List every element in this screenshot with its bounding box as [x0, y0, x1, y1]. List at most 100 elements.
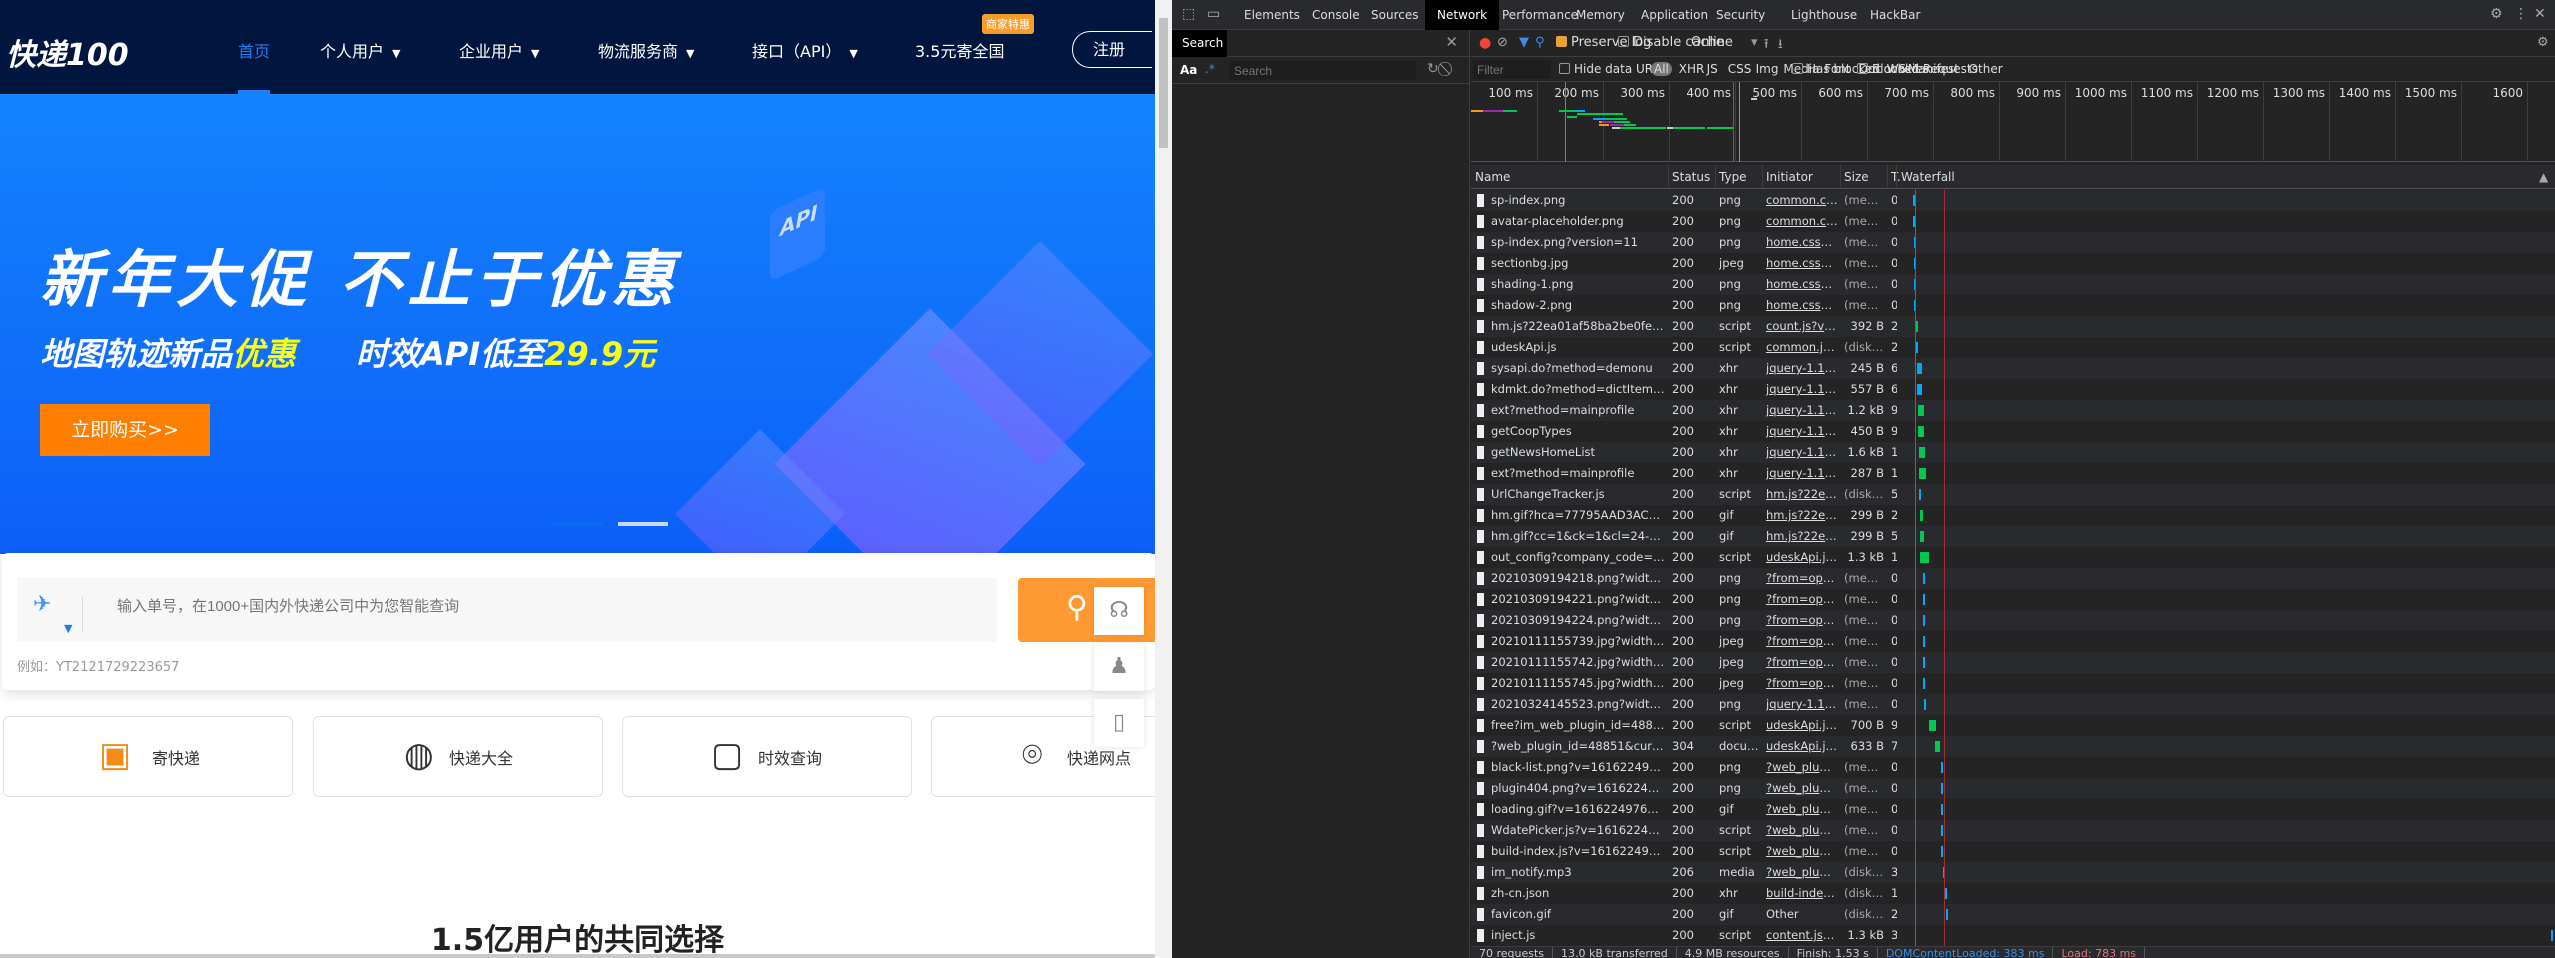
- match-case-toggle[interactable]: Aa: [1180, 63, 1197, 77]
- request-initiator[interactable]: ?from=openv: [1766, 610, 1838, 631]
- nav-api[interactable]: 接口（API） ▼: [752, 38, 858, 62]
- network-overview-timeline[interactable]: 100 ms 200 ms 300 ms 400 ms 500 ms 600 ms 700 …: [1471, 82, 2555, 162]
- request-row[interactable]: shading-1.png 200 png home.css?version=2021…: [1471, 274, 2555, 295]
- request-row[interactable]: zh-cn.json 200 xhr build-index.js?v=1616224…: [1471, 883, 2555, 904]
- filter-type-all[interactable]: All: [1651, 62, 1672, 76]
- tracking-number-input[interactable]: [117, 598, 977, 615]
- request-row[interactable]: sp-index.png?version=11 200 png home.css?ve…: [1471, 232, 2555, 253]
- column-waterfall[interactable]: Waterfall: [1901, 170, 1955, 184]
- request-row[interactable]: 20210111155739.jpg?width=2560&height=168…: [1471, 631, 2555, 652]
- tab-memory[interactable]: Memory: [1564, 0, 1637, 30]
- refresh-icon[interactable]: ↻: [1427, 61, 1439, 77]
- request-row[interactable]: plugin404.png?v=1616224976890 200 png ?web_…: [1471, 778, 2555, 799]
- request-row[interactable]: hm.gif?cc=1&ck=1&cl=24-bit&ds=2560x1080&…: [1471, 526, 2555, 547]
- promo-banner[interactable]: API 新年大促 不止于优惠 地图轨迹新品优惠 时效API低至29.9元 立即购买…: [0, 94, 1155, 554]
- request-row[interactable]: inject.js 200 script content.js:163 1.3 kB 3.…: [1471, 925, 2555, 946]
- column-name[interactable]: Name: [1475, 170, 1510, 184]
- filter-type-css[interactable]: CSS: [1728, 62, 1752, 76]
- service-send-express[interactable]: ▣ 寄快递: [3, 716, 293, 797]
- column-type[interactable]: Type: [1719, 170, 1747, 184]
- carousel-dot[interactable]: [553, 522, 603, 526]
- request-row[interactable]: sysapi.do?method=demonu 200 xhr jquery-1.12…: [1471, 358, 2555, 379]
- request-row[interactable]: free?im_web_plugin_id=48851&session_key=…: [1471, 715, 2555, 736]
- request-row[interactable]: sectionbg.jpg 200 jpeg home.css?version=202…: [1471, 253, 2555, 274]
- tab-sources[interactable]: Sources: [1359, 0, 1430, 30]
- request-initiator[interactable]: ?web_plugin_id=48851&c...: [1766, 757, 1838, 778]
- request-initiator[interactable]: ?from=openv: [1766, 652, 1838, 673]
- nav-enterprise[interactable]: 企业用户 ▼: [459, 38, 539, 62]
- headset-icon[interactable]: ☊: [1094, 587, 1144, 635]
- request-initiator[interactable]: ?from=openv: [1766, 631, 1838, 652]
- paper-plane-icon[interactable]: ✈: [33, 592, 51, 617]
- request-row[interactable]: ?web_plugin_id=48851&cur_title=%E5%BF%AB…: [1471, 736, 2555, 757]
- network-settings-icon[interactable]: ⚙: [2537, 35, 2549, 50]
- request-row[interactable]: shadow-2.png 200 png home.css?version=20210…: [1471, 295, 2555, 316]
- search-drawer-tab[interactable]: Search: [1172, 30, 1227, 57]
- request-row[interactable]: 20210309194221.png?width=2500&height=168…: [1471, 589, 2555, 610]
- request-row[interactable]: WdatePicker.js?v=1616224976890 200 script?…: [1471, 820, 2555, 841]
- request-initiator[interactable]: hm.js?22ea01a...:23: [1766, 526, 1838, 547]
- request-initiator[interactable]: home.css?version=202101...: [1766, 253, 1838, 274]
- nav-home[interactable]: 首页: [238, 38, 270, 62]
- request-initiator[interactable]: ?web_plugin_id=48851&c...: [1766, 862, 1838, 883]
- request-row[interactable]: UrlChangeTracker.js 200 script hm.js?22ea01…: [1471, 484, 2555, 505]
- tab-lighthouse[interactable]: Lighthouse: [1779, 0, 1869, 30]
- export-har-icon[interactable]: ⭳: [1778, 35, 1783, 57]
- request-row[interactable]: getNewsHomeList 200 xhr jquery-1.12.1.min.j…: [1471, 442, 2555, 463]
- regex-toggle[interactable]: .*: [1205, 62, 1215, 76]
- tab-security[interactable]: Security: [1704, 0, 1777, 30]
- record-icon[interactable]: ●: [1479, 35, 1491, 51]
- request-row[interactable]: favicon.gif 200 gif Other (disk cache) 2...: [1471, 904, 2555, 925]
- request-initiator[interactable]: ?web_plugin_id=48851&c...: [1766, 778, 1838, 799]
- request-row[interactable]: 20210309194218.png?width=2500&height=168…: [1471, 568, 2555, 589]
- request-initiator[interactable]: jquery-1.12.1.min.js:4: [1766, 421, 1838, 442]
- filter-icon[interactable]: ▼: [1519, 35, 1529, 50]
- settings-gear-icon[interactable]: ⚙: [2490, 6, 2503, 22]
- request-row[interactable]: hm.js?22ea01af58ba2be0fec7c11b25e88e6c 20…: [1471, 316, 2555, 337]
- service-delivery-time[interactable]: ▢ 时效查询: [622, 716, 912, 797]
- buy-now-button[interactable]: 立即购买>>: [40, 404, 210, 456]
- request-row[interactable]: loading.gif?v=1616224976890 200 gif ?web_pl…: [1471, 799, 2555, 820]
- page-scrollbar[interactable]: [1155, 0, 1172, 958]
- request-initiator[interactable]: common.css?v=20201230: [1766, 190, 1838, 211]
- throttling-select[interactable]: Online ▾: [1691, 35, 1757, 50]
- request-initiator[interactable]: ?web_plugin_id=48851&c...: [1766, 820, 1838, 841]
- blocked-requests-checkbox[interactable]: Blocked Requests: [1857, 62, 1978, 76]
- request-row[interactable]: black-list.png?v=1616224976890 200 png ?web…: [1471, 757, 2555, 778]
- search-icon[interactable]: ⚲: [1535, 35, 1545, 50]
- clear-log-icon[interactable]: ⊘: [1497, 35, 1508, 50]
- request-initiator[interactable]: jquery-1.12.1.min.js:4: [1766, 400, 1838, 421]
- more-options-icon[interactable]: ⋮: [2514, 6, 2528, 22]
- horizontal-scrollbar[interactable]: [0, 954, 1155, 958]
- filter-input[interactable]: [1473, 60, 1551, 79]
- request-initiator[interactable]: ?from=openv: [1766, 673, 1838, 694]
- column-size[interactable]: Size: [1844, 170, 1869, 184]
- sort-ascending-icon[interactable]: ▲: [2539, 170, 2548, 184]
- request-initiator[interactable]: jquery-1.12.1.min.js:4: [1766, 379, 1838, 400]
- request-initiator[interactable]: jquery-1.12.1.min.js:4: [1766, 694, 1838, 715]
- request-row[interactable]: 20210324145523.png?width=1125&height=750…: [1471, 694, 2555, 715]
- request-row[interactable]: avatar-placeholder.png 200 png common.css?v…: [1471, 211, 2555, 232]
- request-initiator[interactable]: hm.js?22ea01a...:23: [1766, 505, 1838, 526]
- request-initiator[interactable]: jquery-1.12.1.min.js:4: [1766, 442, 1838, 463]
- request-row[interactable]: getCoopTypes 200 xhr jquery-1.12.1.min.js:4…: [1471, 421, 2555, 442]
- request-initiator[interactable]: common.css?v=20201230: [1766, 211, 1838, 232]
- request-row[interactable]: out_config?company_code=298f17ga&languag…: [1471, 547, 2555, 568]
- nav-personal[interactable]: 个人用户 ▼: [320, 38, 400, 62]
- request-initiator[interactable]: common.js:5: [1766, 337, 1838, 358]
- request-initiator[interactable]: home.css?version=202101...: [1766, 232, 1838, 253]
- request-initiator[interactable]: udeskApi.js:3: [1766, 547, 1838, 568]
- request-initiator[interactable]: jquery-1.12.1.min.js:4: [1766, 358, 1838, 379]
- request-initiator[interactable]: home.css?version=202101...: [1766, 295, 1838, 316]
- site-logo[interactable]: 快递100: [6, 30, 129, 74]
- request-initiator[interactable]: ?from=openv: [1766, 589, 1838, 610]
- request-initiator[interactable]: udeskApi.js:3: [1766, 715, 1838, 736]
- qq-icon[interactable]: ♟: [1094, 643, 1144, 691]
- inspect-element-icon[interactable]: ⬚: [1182, 6, 1195, 22]
- request-initiator[interactable]: home.css?version=202101...: [1766, 274, 1838, 295]
- request-row[interactable]: 20210111155745.jpg?width=2560&height=168…: [1471, 673, 2555, 694]
- request-row[interactable]: hm.gif?hca=77795AAD3AC1D164&cc=1&ck=1&cl…: [1471, 505, 2555, 526]
- request-row[interactable]: ext?method=mainprofile 200 xhr jquery-1.12.…: [1471, 400, 2555, 421]
- request-row[interactable]: build-index.js?v=1616224976890 200 script?…: [1471, 841, 2555, 862]
- close-devtools-icon[interactable]: ✕: [2534, 6, 2546, 22]
